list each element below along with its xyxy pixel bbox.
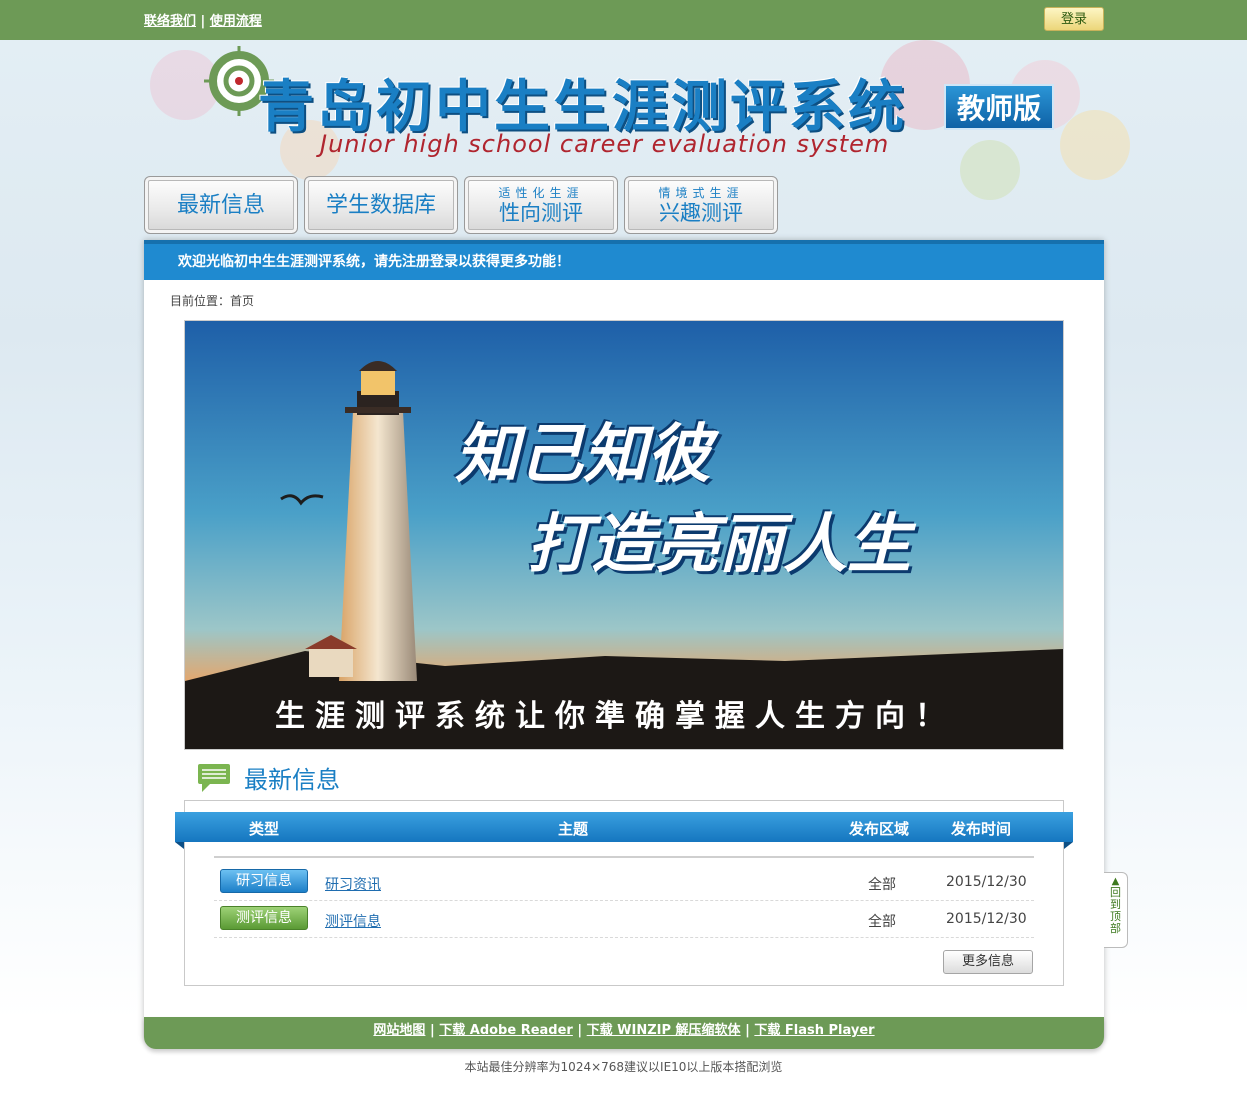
footer-separator: |: [745, 1023, 750, 1038]
footer-separator: |: [429, 1023, 435, 1038]
decor-bubble: [1060, 110, 1130, 180]
table-row: 研习信息 研习资讯 全部 2015/12/30: [214, 864, 1034, 901]
welcome-banner: 欢迎光临初中生生涯测评系统，请先注册登录以获得更多功能！: [144, 240, 1104, 280]
nav-label: 学生数据库: [325, 193, 436, 218]
flash-player-link[interactable]: 下载 Flash Player: [754, 1023, 874, 1038]
nav-label: 兴趣测评: [659, 201, 743, 225]
process-link[interactable]: 使用流程: [210, 14, 262, 29]
row-date: 2015/12/30: [946, 911, 1027, 927]
winzip-link[interactable]: 下载 WINZIP 解压缩软体: [587, 1023, 741, 1038]
nav-interest-test[interactable]: 情境式生涯 兴趣测评: [624, 176, 778, 234]
table-top-rule: [214, 856, 1034, 858]
subject-link[interactable]: 测评信息: [325, 911, 381, 931]
footer-bar: 网站地图 | 下载 Adobe Reader | 下载 WINZIP 解压缩软体…: [144, 1017, 1104, 1049]
banner-line1: 知己知彼: [455, 418, 711, 492]
column-date: 发布时间: [951, 820, 1012, 838]
nav-aptitude-test[interactable]: 适性化生涯 性向测评: [464, 176, 618, 234]
top-links-separator: |: [200, 14, 206, 29]
hero-banner: 知己知彼 打造亮丽人生 生涯测评系统让你準确掌握人生方向！: [184, 320, 1064, 750]
column-type: 类型: [249, 820, 280, 838]
adobe-reader-link[interactable]: 下载 Adobe Reader: [439, 1023, 573, 1038]
footer-separator: |: [577, 1023, 583, 1038]
more-news-button[interactable]: 更多信息: [943, 950, 1033, 974]
column-area: 发布区域: [849, 820, 910, 838]
banner-tagline: 生涯测评系统让你準确掌握人生方向！: [275, 699, 955, 734]
nav-label: 最新信息: [176, 193, 265, 218]
breadcrumb: 目前位置：首页: [170, 294, 255, 308]
nav-latest-news[interactable]: 最新信息: [144, 176, 298, 234]
news-table-header: 类型 主题 发布区域 发布时间: [175, 812, 1073, 842]
header-fold-left: [175, 842, 184, 849]
type-badge[interactable]: 研习信息: [220, 869, 308, 893]
column-subject: 主题: [558, 820, 589, 838]
back-to-top-button[interactable]: ▲ 回到顶部: [1104, 872, 1128, 948]
teacher-edition-badge: 教师版: [944, 84, 1054, 130]
contact-link[interactable]: 联络我们: [144, 14, 196, 29]
chat-bubble-icon: [198, 764, 230, 792]
row-area: 全部: [868, 914, 896, 930]
site-subtitle: Junior high school career evaluation sys…: [320, 130, 890, 158]
back-to-top-label: 回到顶部: [1110, 886, 1121, 935]
nav-label: 性向测评: [499, 201, 583, 225]
nav-small-label: 适性化生涯: [498, 186, 584, 200]
banner-line2: 打造亮丽人生: [527, 508, 911, 582]
sitemap-link[interactable]: 网站地图: [373, 1023, 425, 1038]
login-button[interactable]: 登录: [1044, 7, 1104, 31]
nav-student-database[interactable]: 学生数据库: [304, 176, 458, 234]
news-section-title: 最新信息: [244, 766, 340, 794]
table-row: 测评信息 测评信息 全部 2015/12/30: [214, 901, 1034, 938]
row-area: 全部: [868, 877, 896, 893]
nav-small-label: 情境式生涯: [658, 186, 744, 200]
resolution-note: 本站最佳分辨率为1024×768建议以IE10以上版本搭配浏览: [464, 1060, 783, 1074]
top-links: 联络我们 | 使用流程: [144, 10, 262, 29]
type-badge[interactable]: 测评信息: [220, 906, 308, 930]
subject-link[interactable]: 研习资讯: [325, 874, 381, 894]
decor-bubble: [960, 140, 1020, 200]
header-fold-right: [1064, 842, 1073, 849]
row-date: 2015/12/30: [946, 874, 1027, 890]
